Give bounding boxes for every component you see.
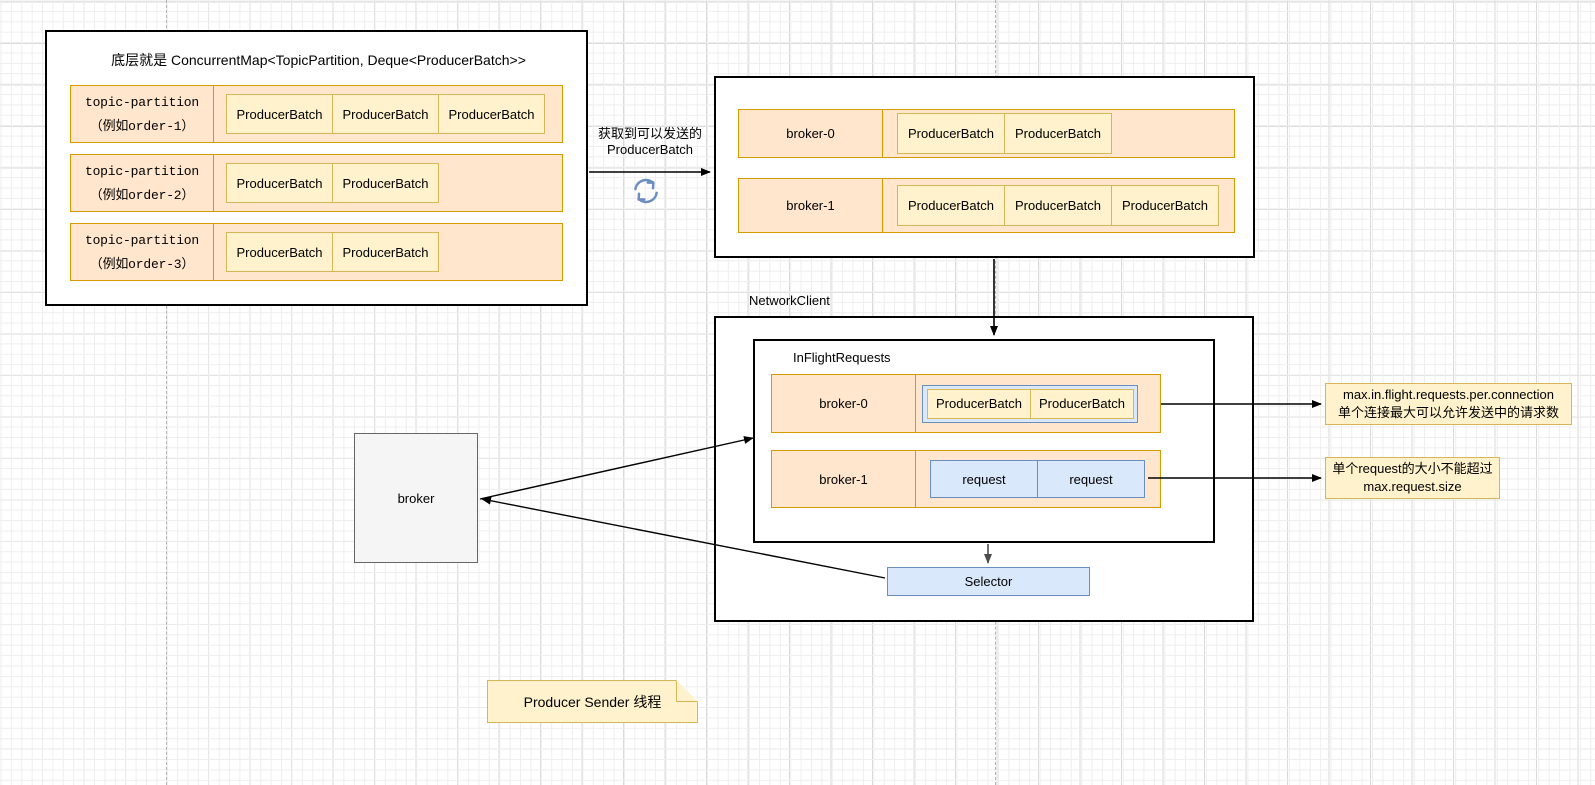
producer-batch-label: ProducerBatch <box>1015 126 1101 141</box>
ready-broker-row-0-label-cell: broker-0 <box>739 110 883 157</box>
producer-batch-label: ProducerBatch <box>1122 198 1208 213</box>
request-item-label: request <box>1069 471 1113 487</box>
partition-row-1-label-cell: topic-partition （例如order-1） <box>71 86 214 142</box>
partition-row-2-label-cell: topic-partition （例如order-2） <box>71 155 214 211</box>
partition-row-1-name: topic-partition <box>84 94 200 110</box>
inflight-broker-row-0[interactable]: broker-0 ProducerBatch ProducerBatch <box>771 374 1161 433</box>
partition-row-2-example: （例如order-2） <box>89 187 195 203</box>
annotation-max-request-size[interactable]: 单个request的大小不能超过 max.request.size <box>1325 457 1500 499</box>
broker-node[interactable]: broker <box>354 433 478 563</box>
producer-batch-label: ProducerBatch <box>908 126 994 141</box>
partition-row-2-name: topic-partition <box>84 163 200 179</box>
ready-broker-row-1-batches: ProducerBatch ProducerBatch ProducerBatc… <box>883 179 1234 232</box>
inflight-broker-row-0-label-cell: broker-0 <box>772 375 916 432</box>
partition-row-3-name: topic-partition <box>84 232 200 248</box>
producer-batch-label: ProducerBatch <box>1039 396 1125 411</box>
annotation-max-inflight-line2: 单个连接最大可以允许发送中的请求数 <box>1337 405 1559 420</box>
producer-batch[interactable]: ProducerBatch <box>226 163 333 203</box>
partition-row-3-batches: ProducerBatch ProducerBatch <box>214 224 562 280</box>
producer-batch[interactable]: ProducerBatch <box>897 113 1005 154</box>
producer-batch[interactable]: ProducerBatch <box>897 185 1005 226</box>
refresh-sync-icon[interactable] <box>631 176 661 206</box>
transfer-arrow-label: 获取到可以发送的 ProducerBatch <box>592 126 708 158</box>
producer-batch-label: ProducerBatch <box>908 198 994 213</box>
ready-broker-row-0-batches: ProducerBatch ProducerBatch <box>883 110 1234 157</box>
producer-batch[interactable]: ProducerBatch <box>1004 113 1112 154</box>
annotation-max-request-size-line1: 单个request的大小不能超过 <box>1332 461 1493 476</box>
annotation-max-inflight[interactable]: max.in.flight.requests.per.connection 单个… <box>1325 383 1572 425</box>
inflight-broker-row-1-name: broker-1 <box>819 471 868 487</box>
partition-row-1[interactable]: topic-partition （例如order-1） ProducerBatc… <box>70 85 563 143</box>
ready-broker-row-1-label-cell: broker-1 <box>739 179 883 232</box>
inflight-broker-row-1-label-cell: broker-1 <box>772 451 916 507</box>
transfer-arrow-label-line2: ProducerBatch <box>607 142 693 157</box>
ready-broker-row-0-name: broker-0 <box>786 126 835 141</box>
partition-row-2-batches: ProducerBatch ProducerBatch <box>214 155 562 211</box>
producer-batch-label: ProducerBatch <box>936 396 1022 411</box>
in-flight-requests-title: InFlightRequests <box>793 350 891 365</box>
request-item[interactable]: request <box>1037 460 1145 498</box>
request-wrapper[interactable]: ProducerBatch ProducerBatch <box>922 384 1138 423</box>
inflight-broker-row-0-name: broker-0 <box>819 396 868 411</box>
ready-broker-row-0[interactable]: broker-0 ProducerBatch ProducerBatch <box>738 109 1235 158</box>
ready-broker-row-1-name: broker-1 <box>786 198 835 213</box>
inflight-broker-row-1-items: request request <box>916 451 1160 507</box>
network-client-title: NetworkClient <box>749 293 830 308</box>
annotation-max-request-size-line2: max.request.size <box>1363 479 1462 494</box>
producer-batch[interactable]: ProducerBatch <box>1111 185 1219 226</box>
producer-batch[interactable]: ProducerBatch <box>1030 388 1134 419</box>
request-item[interactable]: request <box>930 460 1038 498</box>
partition-row-3[interactable]: topic-partition （例如order-3） ProducerBatc… <box>70 223 563 281</box>
producer-batch[interactable]: ProducerBatch <box>332 94 439 134</box>
producer-batch-label: ProducerBatch <box>342 175 429 191</box>
producer-batch-label: ProducerBatch <box>236 106 323 122</box>
selector-label: Selector <box>964 574 1013 589</box>
producer-batch-label: ProducerBatch <box>448 106 535 122</box>
producer-sender-thread-note[interactable]: Producer Sender 线程 <box>487 680 698 723</box>
transfer-arrow-label-line1: 获取到可以发送的 <box>597 126 702 141</box>
producer-batch[interactable]: ProducerBatch <box>226 232 333 272</box>
record-accumulator-title: 底层就是 ConcurrentMap<TopicPartition, Deque… <box>111 52 526 68</box>
producer-sender-thread-note-label: Producer Sender 线程 <box>523 693 662 710</box>
selector-box[interactable]: Selector <box>887 567 1090 596</box>
broker-node-label: broker <box>397 490 435 506</box>
producer-batch-label: ProducerBatch <box>342 244 429 260</box>
partition-row-2[interactable]: topic-partition （例如order-2） ProducerBatc… <box>70 154 563 212</box>
partition-row-3-example: （例如order-3） <box>89 256 195 272</box>
producer-batch[interactable]: ProducerBatch <box>332 232 439 272</box>
partition-row-1-batches: ProducerBatch ProducerBatch ProducerBatc… <box>214 86 562 142</box>
producer-batch[interactable]: ProducerBatch <box>927 388 1031 419</box>
ready-broker-row-1[interactable]: broker-1 ProducerBatch ProducerBatch Pro… <box>738 178 1235 233</box>
partition-row-1-example: （例如order-1） <box>89 118 195 134</box>
inflight-broker-row-1[interactable]: broker-1 request request <box>771 450 1161 508</box>
annotation-max-inflight-line1: max.in.flight.requests.per.connection <box>1342 387 1554 402</box>
producer-batch-label: ProducerBatch <box>342 106 429 122</box>
producer-batch-label: ProducerBatch <box>236 244 323 260</box>
producer-batch-label: ProducerBatch <box>1015 198 1101 213</box>
producer-batch-label: ProducerBatch <box>236 175 323 191</box>
diagram-canvas: 底层就是 ConcurrentMap<TopicPartition, Deque… <box>0 0 1595 785</box>
in-flight-requests-container[interactable]: InFlightRequests <box>753 339 1215 543</box>
producer-batch[interactable]: ProducerBatch <box>226 94 333 134</box>
producer-batch[interactable]: ProducerBatch <box>438 94 545 134</box>
producer-batch[interactable]: ProducerBatch <box>332 163 439 203</box>
producer-batch[interactable]: ProducerBatch <box>1004 185 1112 226</box>
request-item-label: request <box>962 471 1006 487</box>
inflight-broker-row-0-items: ProducerBatch ProducerBatch <box>916 375 1160 432</box>
partition-row-3-label-cell: topic-partition （例如order-3） <box>71 224 214 280</box>
sticky-note-fold-icon <box>676 680 698 702</box>
